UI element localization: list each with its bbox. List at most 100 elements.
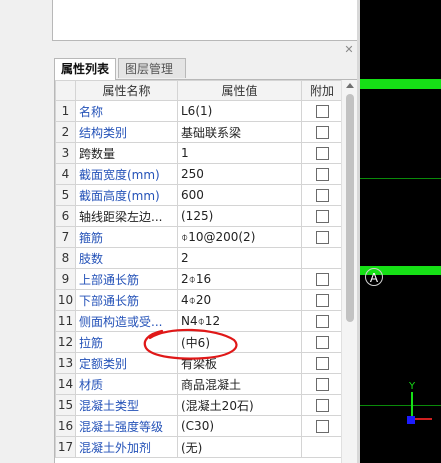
column-header-name[interactable]: 属性名称 <box>75 80 178 101</box>
property-row[interactable]: 13 定额类别 有梁板 <box>55 352 343 374</box>
property-row[interactable]: 10 下部通长筋 4⌽20 <box>55 289 343 311</box>
row-number[interactable]: 6 <box>55 205 76 227</box>
attach-checkbox[interactable] <box>315 210 329 223</box>
attach-cell <box>301 310 343 332</box>
row-number[interactable]: 7 <box>55 226 76 248</box>
attach-checkbox[interactable] <box>315 378 329 391</box>
attach-checkbox[interactable] <box>315 336 329 349</box>
property-row[interactable]: 8 肢数 2 <box>55 247 343 269</box>
row-number[interactable]: 3 <box>55 142 76 164</box>
property-row[interactable]: 16 混凝土强度等级 (C30) <box>55 415 343 437</box>
property-value[interactable]: 2⌽16 <box>177 268 302 290</box>
scroll-up-arrow-icon[interactable] <box>346 83 354 88</box>
row-number[interactable]: 17 <box>55 436 76 458</box>
property-value[interactable]: (混凝土20石) <box>177 394 302 416</box>
property-row[interactable]: 9 上部通长筋 2⌽16 <box>55 268 343 290</box>
property-name[interactable]: 肢数 <box>75 247 178 269</box>
property-name[interactable]: 下部通长筋 <box>75 289 178 311</box>
property-name[interactable]: 材质 <box>75 373 178 395</box>
close-icon[interactable]: ✕ <box>343 44 355 56</box>
drawing-canvas[interactable]: A Y <box>360 0 441 463</box>
scrollbar-thumb[interactable] <box>346 94 354 322</box>
property-name[interactable]: 侧面构造或受... <box>75 310 178 332</box>
row-number[interactable]: 15 <box>55 394 76 416</box>
property-row[interactable]: 3 跨数量 1 <box>55 142 343 164</box>
tab-property-list[interactable]: 属性列表 <box>54 58 116 80</box>
property-name[interactable]: 轴线距梁左边... <box>75 205 178 227</box>
property-value[interactable]: L6(1) <box>177 100 302 122</box>
property-row[interactable]: 14 材质 商品混凝土 <box>55 373 343 395</box>
row-number[interactable]: 10 <box>55 289 76 311</box>
property-row[interactable]: 12 拉筋 (中6) <box>55 331 343 353</box>
property-name[interactable]: 混凝土强度等级 <box>75 415 178 437</box>
property-value[interactable]: (C30) <box>177 415 302 437</box>
property-value[interactable]: ⌽10@200(2) <box>177 226 302 248</box>
attach-cell <box>301 163 343 185</box>
row-number[interactable]: 1 <box>55 100 76 122</box>
property-value[interactable]: (无) <box>177 436 302 458</box>
attach-checkbox[interactable] <box>315 147 329 160</box>
attach-checkbox[interactable] <box>315 357 329 370</box>
property-name[interactable]: 混凝土类型 <box>75 394 178 416</box>
row-number[interactable]: 9 <box>55 268 76 290</box>
upper-empty-panel <box>52 0 358 41</box>
property-name[interactable]: 结构类别 <box>75 121 178 143</box>
property-name[interactable]: 定额类别 <box>75 352 178 374</box>
property-row[interactable]: 17 混凝土外加剂 (无) <box>55 436 343 458</box>
row-number[interactable]: 14 <box>55 373 76 395</box>
row-number[interactable]: 16 <box>55 415 76 437</box>
property-row[interactable]: 15 混凝土类型 (混凝土20石) <box>55 394 343 416</box>
property-value[interactable]: (中6) <box>177 331 302 353</box>
attach-checkbox[interactable] <box>315 231 329 244</box>
attach-checkbox[interactable] <box>315 273 329 286</box>
attach-checkbox[interactable] <box>315 105 329 118</box>
property-name[interactable]: 上部通长筋 <box>75 268 178 290</box>
property-row[interactable]: 5 截面高度(mm) 600 <box>55 184 343 206</box>
property-row[interactable]: 2 结构类别 基础联系梁 <box>55 121 343 143</box>
attach-cell <box>301 247 343 269</box>
property-row[interactable]: 4 截面宽度(mm) 250 <box>55 163 343 185</box>
property-name[interactable]: 拉筋 <box>75 331 178 353</box>
row-number[interactable]: 12 <box>55 331 76 353</box>
row-number[interactable]: 4 <box>55 163 76 185</box>
property-name[interactable]: 截面宽度(mm) <box>75 163 178 185</box>
attach-cell <box>301 100 343 122</box>
property-name[interactable]: 混凝土外加剂 <box>75 436 178 458</box>
property-value[interactable]: 2 <box>177 247 302 269</box>
property-value[interactable]: 600 <box>177 184 302 206</box>
row-number[interactable]: 13 <box>55 352 76 374</box>
row-number[interactable]: 2 <box>55 121 76 143</box>
row-number[interactable]: 5 <box>55 184 76 206</box>
property-row[interactable]: 6 轴线距梁左边... (125) <box>55 205 343 227</box>
property-value[interactable]: 有梁板 <box>177 352 302 374</box>
property-value[interactable]: 250 <box>177 163 302 185</box>
property-value[interactable]: 1 <box>177 142 302 164</box>
property-value[interactable]: (125) <box>177 205 302 227</box>
property-name[interactable]: 箍筋 <box>75 226 178 248</box>
attach-checkbox[interactable] <box>315 294 329 307</box>
vertical-scrollbar[interactable] <box>341 80 358 463</box>
attach-checkbox[interactable] <box>315 420 329 433</box>
column-header-attach[interactable]: 附加 <box>301 80 343 101</box>
property-name[interactable]: 跨数量 <box>75 142 178 164</box>
property-row[interactable]: 7 箍筋 ⌽10@200(2) <box>55 226 343 248</box>
attach-checkbox[interactable] <box>315 168 329 181</box>
beam-line-top[interactable] <box>360 79 441 89</box>
column-header-value[interactable]: 属性值 <box>177 80 302 101</box>
property-row[interactable]: 11 侧面构造或受... N4⌽12 <box>55 310 343 332</box>
property-name[interactable]: 名称 <box>75 100 178 122</box>
property-value[interactable]: N4⌽12 <box>177 310 302 332</box>
attach-checkbox[interactable] <box>315 189 329 202</box>
row-number[interactable]: 11 <box>55 310 76 332</box>
property-row[interactable]: 1 名称 L6(1) <box>55 100 343 122</box>
attach-checkbox[interactable] <box>315 126 329 139</box>
property-name[interactable]: 截面高度(mm) <box>75 184 178 206</box>
property-value[interactable]: 商品混凝土 <box>177 373 302 395</box>
axis-bubble-a[interactable]: A <box>365 268 383 286</box>
tab-layer-management[interactable]: 图层管理 <box>118 58 186 78</box>
property-value[interactable]: 基础联系梁 <box>177 121 302 143</box>
attach-checkbox[interactable] <box>315 315 329 328</box>
attach-checkbox[interactable] <box>315 399 329 412</box>
row-number[interactable]: 8 <box>55 247 76 269</box>
property-value[interactable]: 4⌽20 <box>177 289 302 311</box>
